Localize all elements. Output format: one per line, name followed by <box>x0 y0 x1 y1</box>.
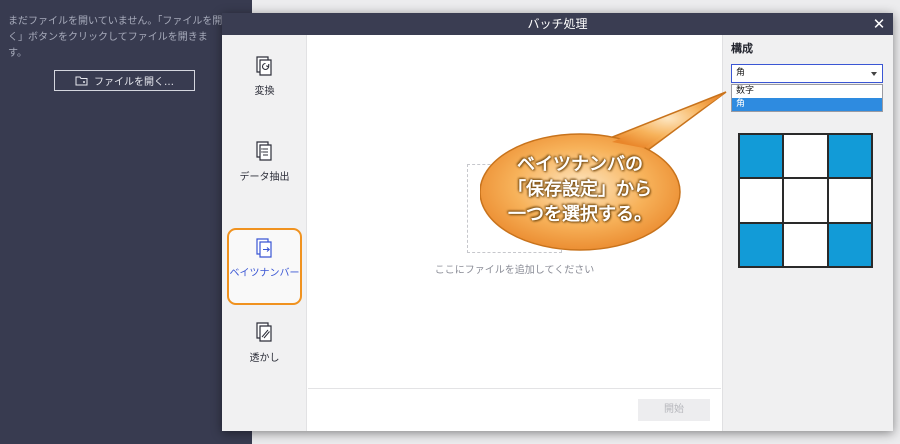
grid-cell[interactable] <box>783 178 828 223</box>
grid-cell[interactable] <box>739 222 784 267</box>
grid-cell[interactable] <box>827 134 872 179</box>
data-extract-icon <box>255 141 272 161</box>
sidebar-item-label: 変換 <box>254 86 275 97</box>
callout-line: ベイツナンバの <box>517 154 643 175</box>
select-value: 角 <box>736 68 746 78</box>
grid-cell[interactable] <box>783 134 828 179</box>
sidebar-item-bates-number[interactable]: ベイツナンバー <box>222 235 307 279</box>
watermark-icon <box>255 322 272 342</box>
panel-title: 構成 <box>731 42 753 55</box>
grid-cell[interactable] <box>739 134 784 179</box>
position-select[interactable]: 角 <box>731 64 883 83</box>
position-dropdown: 数字 角 <box>731 84 883 112</box>
grid-cell[interactable] <box>739 178 784 223</box>
sidebar-item-label: ベイツナンバー <box>229 268 300 279</box>
grid-cell[interactable] <box>827 178 872 223</box>
sidebar-item-convert[interactable]: 変換 <box>222 53 307 97</box>
chevron-down-icon[interactable] <box>871 72 877 76</box>
dropdown-option-corner[interactable]: 角 <box>732 98 882 111</box>
batch-sidebar: 変換 データ抽出 ベイツナンバー 透かし <box>222 35 307 431</box>
start-button[interactable]: 開始 <box>638 399 710 421</box>
dropdown-option-number[interactable]: 数字 <box>732 85 882 98</box>
dialog-footer: 開始 <box>308 388 721 431</box>
callout-line: 一つを選択する。 <box>508 204 652 225</box>
sidebar-item-label: 透かし <box>249 353 280 364</box>
sidebar-item-data-extract[interactable]: データ抽出 <box>222 139 307 183</box>
config-panel: 構成 角 数字 角 <box>722 35 893 431</box>
callout-line: 「保存設定」から <box>508 179 652 200</box>
open-file-label: ファイルを開く… <box>94 77 174 88</box>
bates-number-icon <box>255 238 272 258</box>
dialog-title: バッチ処理 <box>527 17 588 31</box>
dialog-titlebar: バッチ処理 ✕ <box>222 13 893 35</box>
close-icon[interactable]: ✕ <box>871 16 887 32</box>
callout-text: ベイツナンバの 「保存設定」から 一つを選択する。 <box>480 152 680 227</box>
open-file-button[interactable]: ファイルを開く… <box>54 70 195 91</box>
folder-open-icon <box>75 76 88 86</box>
position-grid <box>738 133 873 268</box>
convert-icon <box>255 56 272 76</box>
sidebar-item-label: データ抽出 <box>239 172 290 183</box>
grid-cell[interactable] <box>827 222 872 267</box>
grid-cell[interactable] <box>783 222 828 267</box>
callout-bubble: ベイツナンバの 「保存設定」から 一つを選択する。 <box>480 86 734 254</box>
drop-hint: ここにファイルを追加してください <box>434 265 595 276</box>
background-app-sidebar: まだファイルを開いていません。「ファイルを開く」ボタンをクリックしてファイルを開… <box>0 0 252 444</box>
empty-message: まだファイルを開いていません。「ファイルを開く」ボタンをクリックしてファイルを開… <box>8 16 223 59</box>
sidebar-item-watermark[interactable]: 透かし <box>222 320 307 364</box>
